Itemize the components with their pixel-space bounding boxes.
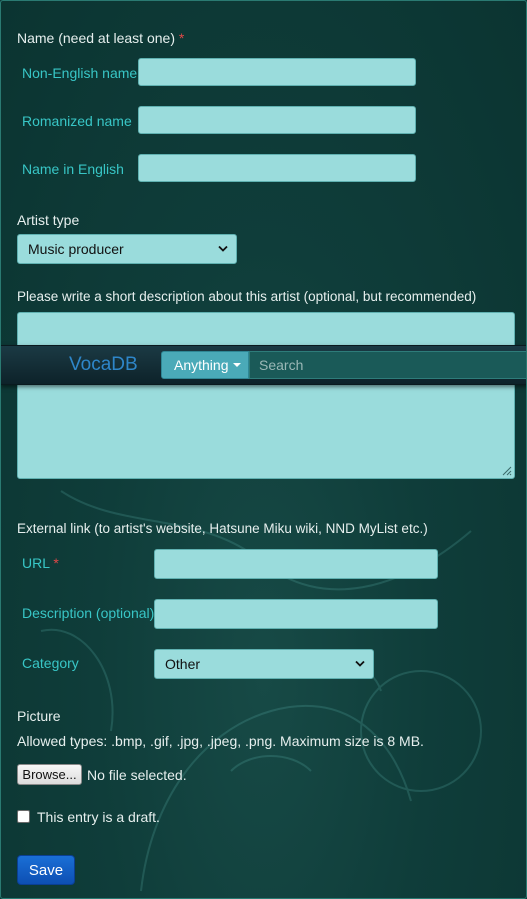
- top-navbar: VocaDB Anything Search: [1, 345, 526, 385]
- name-section-text: Name (need at least one): [17, 30, 175, 46]
- resize-grip-icon: [502, 466, 512, 476]
- romanized-name-label: Romanized name: [22, 113, 132, 129]
- browse-button[interactable]: Browse...: [17, 764, 82, 785]
- no-file-text: No file selected.: [87, 767, 187, 783]
- url-input[interactable]: [154, 549, 438, 579]
- external-link-label: External link (to artist's website, Hats…: [17, 521, 428, 536]
- artist-type-label: Artist type: [17, 212, 80, 228]
- english-name-input[interactable]: [138, 154, 416, 182]
- artist-form-panel: Name (need at least one) * Non-English n…: [0, 0, 527, 899]
- category-label: Category: [22, 655, 79, 671]
- caret-down-icon: [233, 363, 242, 367]
- non-english-name-input[interactable]: [138, 58, 416, 86]
- chevron-down-icon: [355, 660, 365, 667]
- non-english-name-label: Non-English name: [22, 65, 138, 81]
- english-name-label: Name in English: [22, 161, 124, 177]
- search-scope-label: Anything: [174, 357, 229, 373]
- url-label: URL *: [22, 555, 59, 571]
- description-label: Please write a short description about t…: [17, 289, 477, 304]
- romanized-name-input[interactable]: [138, 106, 416, 134]
- category-value: Other: [165, 656, 201, 672]
- description-textarea[interactable]: [17, 312, 515, 479]
- search-placeholder: Search: [259, 357, 304, 373]
- allowed-types-text: Allowed types: .bmp, .gif, .jpg, .jpeg, …: [17, 733, 424, 749]
- name-section-label: Name (need at least one) *: [17, 30, 184, 46]
- chevron-down-icon: [218, 245, 228, 252]
- artist-type-select[interactable]: Music producer: [17, 234, 237, 264]
- draft-label[interactable]: This entry is a draft.: [37, 809, 160, 825]
- required-mark: *: [178, 30, 185, 46]
- url-required-mark: *: [53, 555, 59, 571]
- link-description-label: Description (optional): [22, 605, 155, 621]
- link-description-input[interactable]: [154, 599, 438, 629]
- category-select[interactable]: Other: [154, 649, 374, 679]
- url-label-text: URL: [22, 555, 50, 571]
- picture-label: Picture: [17, 708, 61, 724]
- search-scope-dropdown[interactable]: Anything: [161, 351, 249, 379]
- artist-type-value: Music producer: [28, 241, 124, 257]
- draft-checkbox[interactable]: [17, 810, 30, 823]
- search-input[interactable]: Search: [249, 351, 526, 379]
- save-button[interactable]: Save: [17, 855, 75, 885]
- brand-logo[interactable]: VocaDB: [69, 354, 138, 376]
